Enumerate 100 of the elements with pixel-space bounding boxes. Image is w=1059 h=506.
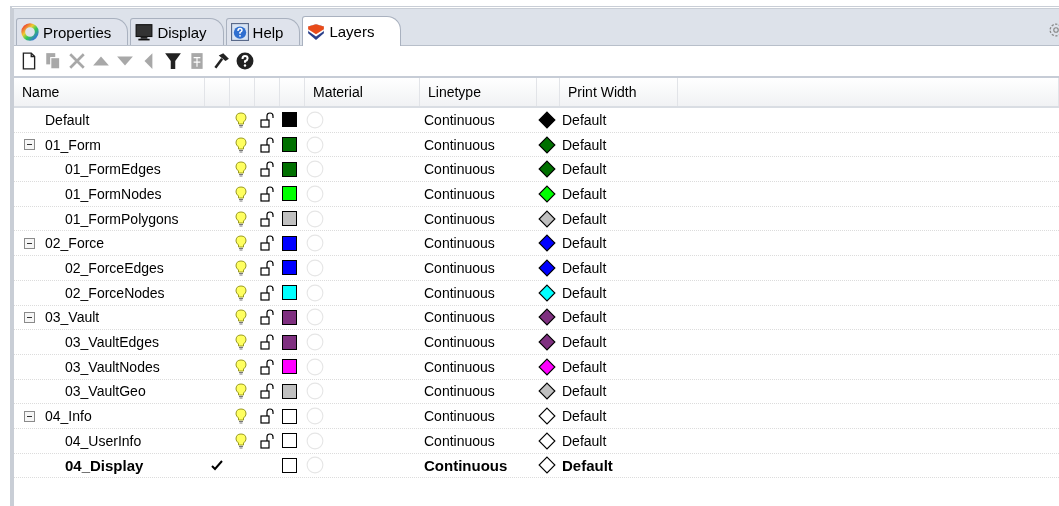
collapse-toggle[interactable]	[24, 237, 35, 249]
layer-name[interactable]: 03_VaultNodes	[65, 358, 160, 375]
print-width-label[interactable]: Default	[562, 185, 607, 202]
lightbulb-icon[interactable]	[235, 136, 247, 153]
color-swatch[interactable]	[282, 112, 297, 128]
unlocked-padlock-icon[interactable]	[260, 284, 274, 301]
unlocked-padlock-icon[interactable]	[260, 210, 274, 227]
linetype-label[interactable]: Continuous	[424, 432, 495, 449]
layer-name[interactable]: 02_ForceNodes	[65, 284, 165, 301]
print-color-diamond[interactable]	[538, 456, 556, 475]
unlocked-padlock-icon[interactable]	[260, 161, 274, 178]
lightbulb-icon[interactable]	[235, 210, 247, 227]
linetype-label[interactable]: Continuous	[424, 383, 495, 400]
color-swatch[interactable]	[282, 285, 297, 301]
color-swatch[interactable]	[282, 408, 297, 424]
column-header[interactable]: Linetype	[420, 78, 537, 106]
layer-name[interactable]: 04_UserInfo	[65, 432, 142, 449]
print-width-label[interactable]: Default	[562, 284, 607, 301]
layer-name[interactable]: 01_FormNodes	[65, 185, 162, 202]
unlocked-padlock-icon[interactable]	[260, 334, 274, 351]
print-width-label[interactable]: Default	[562, 161, 607, 178]
linetype-label[interactable]: Continuous	[424, 456, 508, 474]
print-color-diamond[interactable]	[538, 382, 556, 401]
lightbulb-icon[interactable]	[235, 432, 247, 449]
print-width-label[interactable]: Default	[562, 408, 607, 425]
color-swatch[interactable]	[282, 334, 297, 350]
color-swatch[interactable]	[282, 211, 297, 227]
layer-name[interactable]: 01_FormEdges	[65, 161, 161, 178]
panel-tab[interactable]: Layers	[302, 16, 402, 46]
print-width-label[interactable]: Default	[562, 358, 607, 375]
layer-name[interactable]: 04_Display	[65, 456, 144, 474]
color-swatch[interactable]	[282, 433, 297, 449]
linetype-label[interactable]: Continuous	[424, 210, 495, 227]
unlocked-padlock-icon[interactable]	[260, 432, 274, 449]
print-color-diamond[interactable]	[538, 160, 556, 179]
print-color-diamond[interactable]	[538, 308, 556, 327]
lightbulb-icon[interactable]	[235, 111, 247, 128]
unlocked-padlock-icon[interactable]	[260, 383, 274, 400]
layer-name[interactable]: 02_ForceEdges	[65, 259, 164, 276]
print-color-diamond[interactable]	[538, 357, 556, 376]
print-width-label[interactable]: Default	[562, 136, 607, 153]
print-color-diamond[interactable]	[538, 110, 556, 129]
layer-name[interactable]: 01_Form	[45, 136, 102, 153]
color-swatch[interactable]	[282, 359, 297, 375]
print-width-label[interactable]: Default	[562, 456, 613, 474]
collapse-toggle[interactable]	[24, 311, 35, 323]
unlocked-padlock-icon[interactable]	[260, 309, 274, 326]
panel-tab[interactable]: Properties	[16, 18, 129, 45]
lightbulb-icon[interactable]	[235, 259, 247, 276]
layer-name[interactable]: 04_Info	[45, 408, 92, 425]
lightbulb-icon[interactable]	[235, 309, 247, 326]
print-width-label[interactable]: Default	[562, 259, 607, 276]
layer-name[interactable]: Default	[45, 111, 90, 128]
linetype-label[interactable]: Continuous	[424, 334, 495, 351]
print-color-diamond[interactable]	[538, 431, 556, 450]
unlocked-padlock-icon[interactable]	[260, 111, 274, 128]
print-color-diamond[interactable]	[538, 234, 556, 253]
unlocked-padlock-icon[interactable]	[260, 358, 274, 375]
unlocked-padlock-icon[interactable]	[260, 185, 274, 202]
unlocked-padlock-icon[interactable]	[260, 259, 274, 276]
color-swatch[interactable]	[282, 309, 297, 325]
linetype-label[interactable]: Continuous	[424, 161, 495, 178]
column-header[interactable]: Material	[305, 78, 420, 106]
collapse-toggle[interactable]	[24, 410, 35, 422]
color-swatch[interactable]	[282, 260, 297, 276]
lightbulb-icon[interactable]	[235, 408, 247, 425]
print-width-label[interactable]: Default	[562, 309, 607, 326]
print-color-diamond[interactable]	[538, 258, 556, 277]
color-swatch[interactable]	[282, 161, 297, 177]
column-header[interactable]: Name	[14, 78, 205, 106]
panel-tab[interactable]: Display	[130, 18, 224, 45]
color-swatch[interactable]	[282, 457, 297, 473]
print-width-label[interactable]: Default	[562, 432, 607, 449]
print-color-diamond[interactable]	[538, 333, 556, 352]
layer-name[interactable]: 03_VaultEdges	[65, 334, 159, 351]
print-width-label[interactable]: Default	[562, 235, 607, 252]
color-swatch[interactable]	[282, 186, 297, 202]
layer-name[interactable]: 03_Vault	[45, 309, 100, 326]
print-width-label[interactable]: Default	[562, 111, 607, 128]
collapse-toggle[interactable]	[24, 139, 35, 151]
print-color-diamond[interactable]	[538, 184, 556, 203]
linetype-label[interactable]: Continuous	[424, 185, 495, 202]
lightbulb-icon[interactable]	[235, 358, 247, 375]
linetype-label[interactable]: Continuous	[424, 309, 495, 326]
layer-name[interactable]: 03_VaultGeo	[65, 383, 146, 400]
linetype-label[interactable]: Continuous	[424, 284, 495, 301]
lightbulb-icon[interactable]	[235, 161, 247, 178]
print-width-label[interactable]: Default	[562, 383, 607, 400]
column-header[interactable]: Print Width	[560, 78, 678, 106]
lightbulb-icon[interactable]	[235, 284, 247, 301]
layer-name[interactable]: 02_Force	[45, 235, 105, 252]
print-color-diamond[interactable]	[538, 283, 556, 302]
color-swatch[interactable]	[282, 137, 297, 153]
unlocked-padlock-icon[interactable]	[260, 408, 274, 425]
print-width-label[interactable]: Default	[562, 334, 607, 351]
color-swatch[interactable]	[282, 383, 297, 399]
lightbulb-icon[interactable]	[235, 334, 247, 351]
linetype-label[interactable]: Continuous	[424, 136, 495, 153]
linetype-label[interactable]: Continuous	[424, 235, 495, 252]
linetype-label[interactable]: Continuous	[424, 111, 495, 128]
